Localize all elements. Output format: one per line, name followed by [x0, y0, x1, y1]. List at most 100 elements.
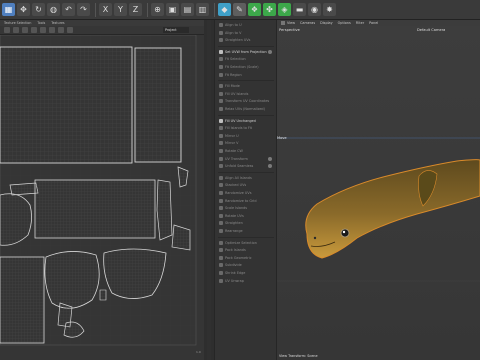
uv-island[interactable] — [34, 179, 156, 239]
redo-icon[interactable]: ↷ — [77, 3, 90, 16]
uv-command-item[interactable]: UV Unwrap — [219, 278, 275, 284]
coordinate-icon[interactable]: ⊕ — [151, 3, 164, 16]
uv-command-item[interactable]: Straighten UVs — [219, 37, 275, 43]
uv-map-canvas[interactable] — [0, 35, 204, 360]
uv-points-icon[interactable] — [13, 27, 19, 33]
uv-command-item[interactable]: Pack Geometric — [219, 255, 275, 261]
uv-command-icon — [219, 149, 223, 153]
undo-icon[interactable]: ↶ — [62, 3, 75, 16]
rotate-icon[interactable]: ↻ — [32, 3, 45, 16]
z-axis-icon[interactable]: Z — [129, 3, 142, 16]
uv-commands-panel: Align to U Align to V Straighten UVs Set UV… — [214, 20, 277, 360]
camera-icon[interactable]: ◉ — [308, 3, 321, 16]
menu-texture-selection[interactable]: Texture Selection — [4, 21, 31, 25]
uv-command-item[interactable]: Pack Islands — [219, 247, 275, 253]
render-region-icon[interactable]: ▤ — [181, 3, 194, 16]
uv-command-item[interactable]: Fit Selection (Scale) — [219, 64, 275, 70]
settings-gear-icon[interactable] — [268, 156, 272, 161]
menu-view[interactable]: View — [287, 21, 295, 25]
uv-command-item[interactable]: Fill Mode — [219, 83, 275, 89]
subdivision-icon[interactable]: ❖ — [248, 3, 261, 16]
menu-textures[interactable]: Textures — [51, 21, 64, 25]
live-selection-icon[interactable]: ◍ — [47, 3, 60, 16]
move-icon[interactable]: ✥ — [17, 3, 30, 16]
uv-command-item[interactable]: Relax UVs (Normalized) — [219, 106, 275, 112]
uv-command-icon — [219, 156, 223, 161]
uv-command-item[interactable]: Rotate UVs — [219, 213, 275, 219]
uv-command-item[interactable]: UV Transform — [219, 156, 275, 162]
select-icon[interactable]: ▦ — [2, 3, 15, 16]
x-axis-icon[interactable]: X — [99, 3, 112, 16]
uv-command-item[interactable]: Randomize UVs — [219, 190, 275, 196]
toolbar-separator — [214, 2, 215, 17]
uv-command-item[interactable]: Align to V — [219, 30, 275, 36]
uv-command-item[interactable]: Optimize Selection — [219, 240, 275, 246]
settings-gear-icon[interactable] — [268, 49, 272, 54]
uv-command-icon — [219, 141, 223, 146]
uv-island[interactable] — [0, 256, 45, 344]
array-icon[interactable]: ✤ — [263, 3, 276, 16]
uv-command-item[interactable]: Randomize to Grid — [219, 198, 275, 204]
render-view-icon[interactable]: ▣ — [166, 3, 179, 16]
uv-island[interactable] — [99, 289, 107, 301]
viewport-camera-label[interactable]: Default Camera — [417, 28, 445, 32]
deformer-icon[interactable]: ◈ — [278, 3, 291, 16]
cube-icon[interactable]: ◆ — [218, 3, 231, 16]
uv-command-item[interactable]: Fit Region — [219, 72, 275, 78]
uv-command-item[interactable]: Stacked UVs — [219, 182, 275, 188]
light-icon[interactable]: ✸ — [323, 3, 336, 16]
panel-splitter[interactable] — [204, 20, 214, 360]
uv-command-item[interactable]: Fill UV Islands — [219, 91, 275, 97]
uv-command-item[interactable]: Rearrange — [219, 228, 275, 234]
pen-icon[interactable]: ✎ — [233, 3, 246, 16]
eel-nostril — [313, 236, 317, 240]
uv-edges-icon[interactable] — [22, 27, 28, 33]
uv-command-icon — [219, 133, 223, 138]
uv-command-item[interactable]: Shrink Edge — [219, 270, 275, 276]
viewport-layout-icon[interactable] — [281, 21, 285, 25]
3d-viewport[interactable]: Perspective Default Camera Move View Tra… — [277, 26, 480, 360]
uv-island[interactable] — [0, 46, 133, 164]
uv-mode-icon[interactable] — [4, 27, 10, 33]
command-divider — [218, 171, 274, 173]
uv-command-item[interactable]: Straighten — [219, 220, 275, 226]
uv-command-label: Align All Islands — [225, 175, 252, 180]
render-settings-icon[interactable]: ▥ — [196, 3, 209, 16]
uv-island[interactable] — [44, 251, 100, 309]
uv-polygons-icon[interactable] — [31, 27, 37, 33]
uv-island[interactable] — [134, 47, 182, 163]
uv-command-item[interactable]: Transform UV Coordinates — [219, 98, 275, 104]
toolbar-separator — [95, 2, 96, 17]
uv-islands-icon[interactable] — [40, 27, 46, 33]
uv-command-item[interactable]: Align All Islands — [219, 175, 275, 181]
uv-lock-icon[interactable] — [67, 27, 73, 33]
uv-command-item[interactable]: Fit Selection — [219, 56, 275, 62]
uv-scale-readout: 1.0 — [196, 350, 201, 354]
y-axis-icon[interactable]: Y — [114, 3, 127, 16]
menu-tools[interactable]: Tools — [37, 21, 45, 25]
menu-filter[interactable]: Filter — [356, 21, 364, 25]
uv-command-item[interactable]: Mirror U — [219, 133, 275, 139]
menu-panel[interactable]: Panel — [369, 21, 378, 25]
uv-command-item[interactable]: Fill UV Unchanged — [219, 118, 275, 124]
floor-icon[interactable]: ▬ — [293, 3, 306, 16]
project-select[interactable]: Project — [163, 27, 189, 33]
uv-command-item[interactable]: Fill Islands to Fit — [219, 125, 275, 131]
uv-checker-icon[interactable] — [58, 27, 64, 33]
uv-command-item[interactable]: Rotate CW — [219, 148, 275, 154]
splitter-handle[interactable] — [207, 20, 211, 360]
menu-cameras[interactable]: Cameras — [300, 21, 315, 25]
uv-command-item[interactable]: Set UVW from Projection — [219, 49, 275, 55]
uv-command-item[interactable]: Align to U — [219, 22, 275, 28]
uv-island[interactable] — [9, 182, 39, 196]
menu-display[interactable]: Display — [320, 21, 333, 25]
uv-command-item[interactable]: Scale Islands — [219, 205, 275, 211]
menu-options[interactable]: Options — [338, 21, 351, 25]
uv-command-label: UV Transform — [225, 156, 248, 161]
uv-command-item[interactable]: Subdivide — [219, 262, 275, 268]
uv-grid-icon[interactable] — [49, 27, 55, 33]
settings-gear-icon[interactable] — [268, 164, 272, 169]
uv-island[interactable] — [156, 179, 173, 241]
uv-command-item[interactable]: Unfold Seamless — [219, 163, 275, 169]
uv-command-item[interactable]: Mirror V — [219, 140, 275, 146]
